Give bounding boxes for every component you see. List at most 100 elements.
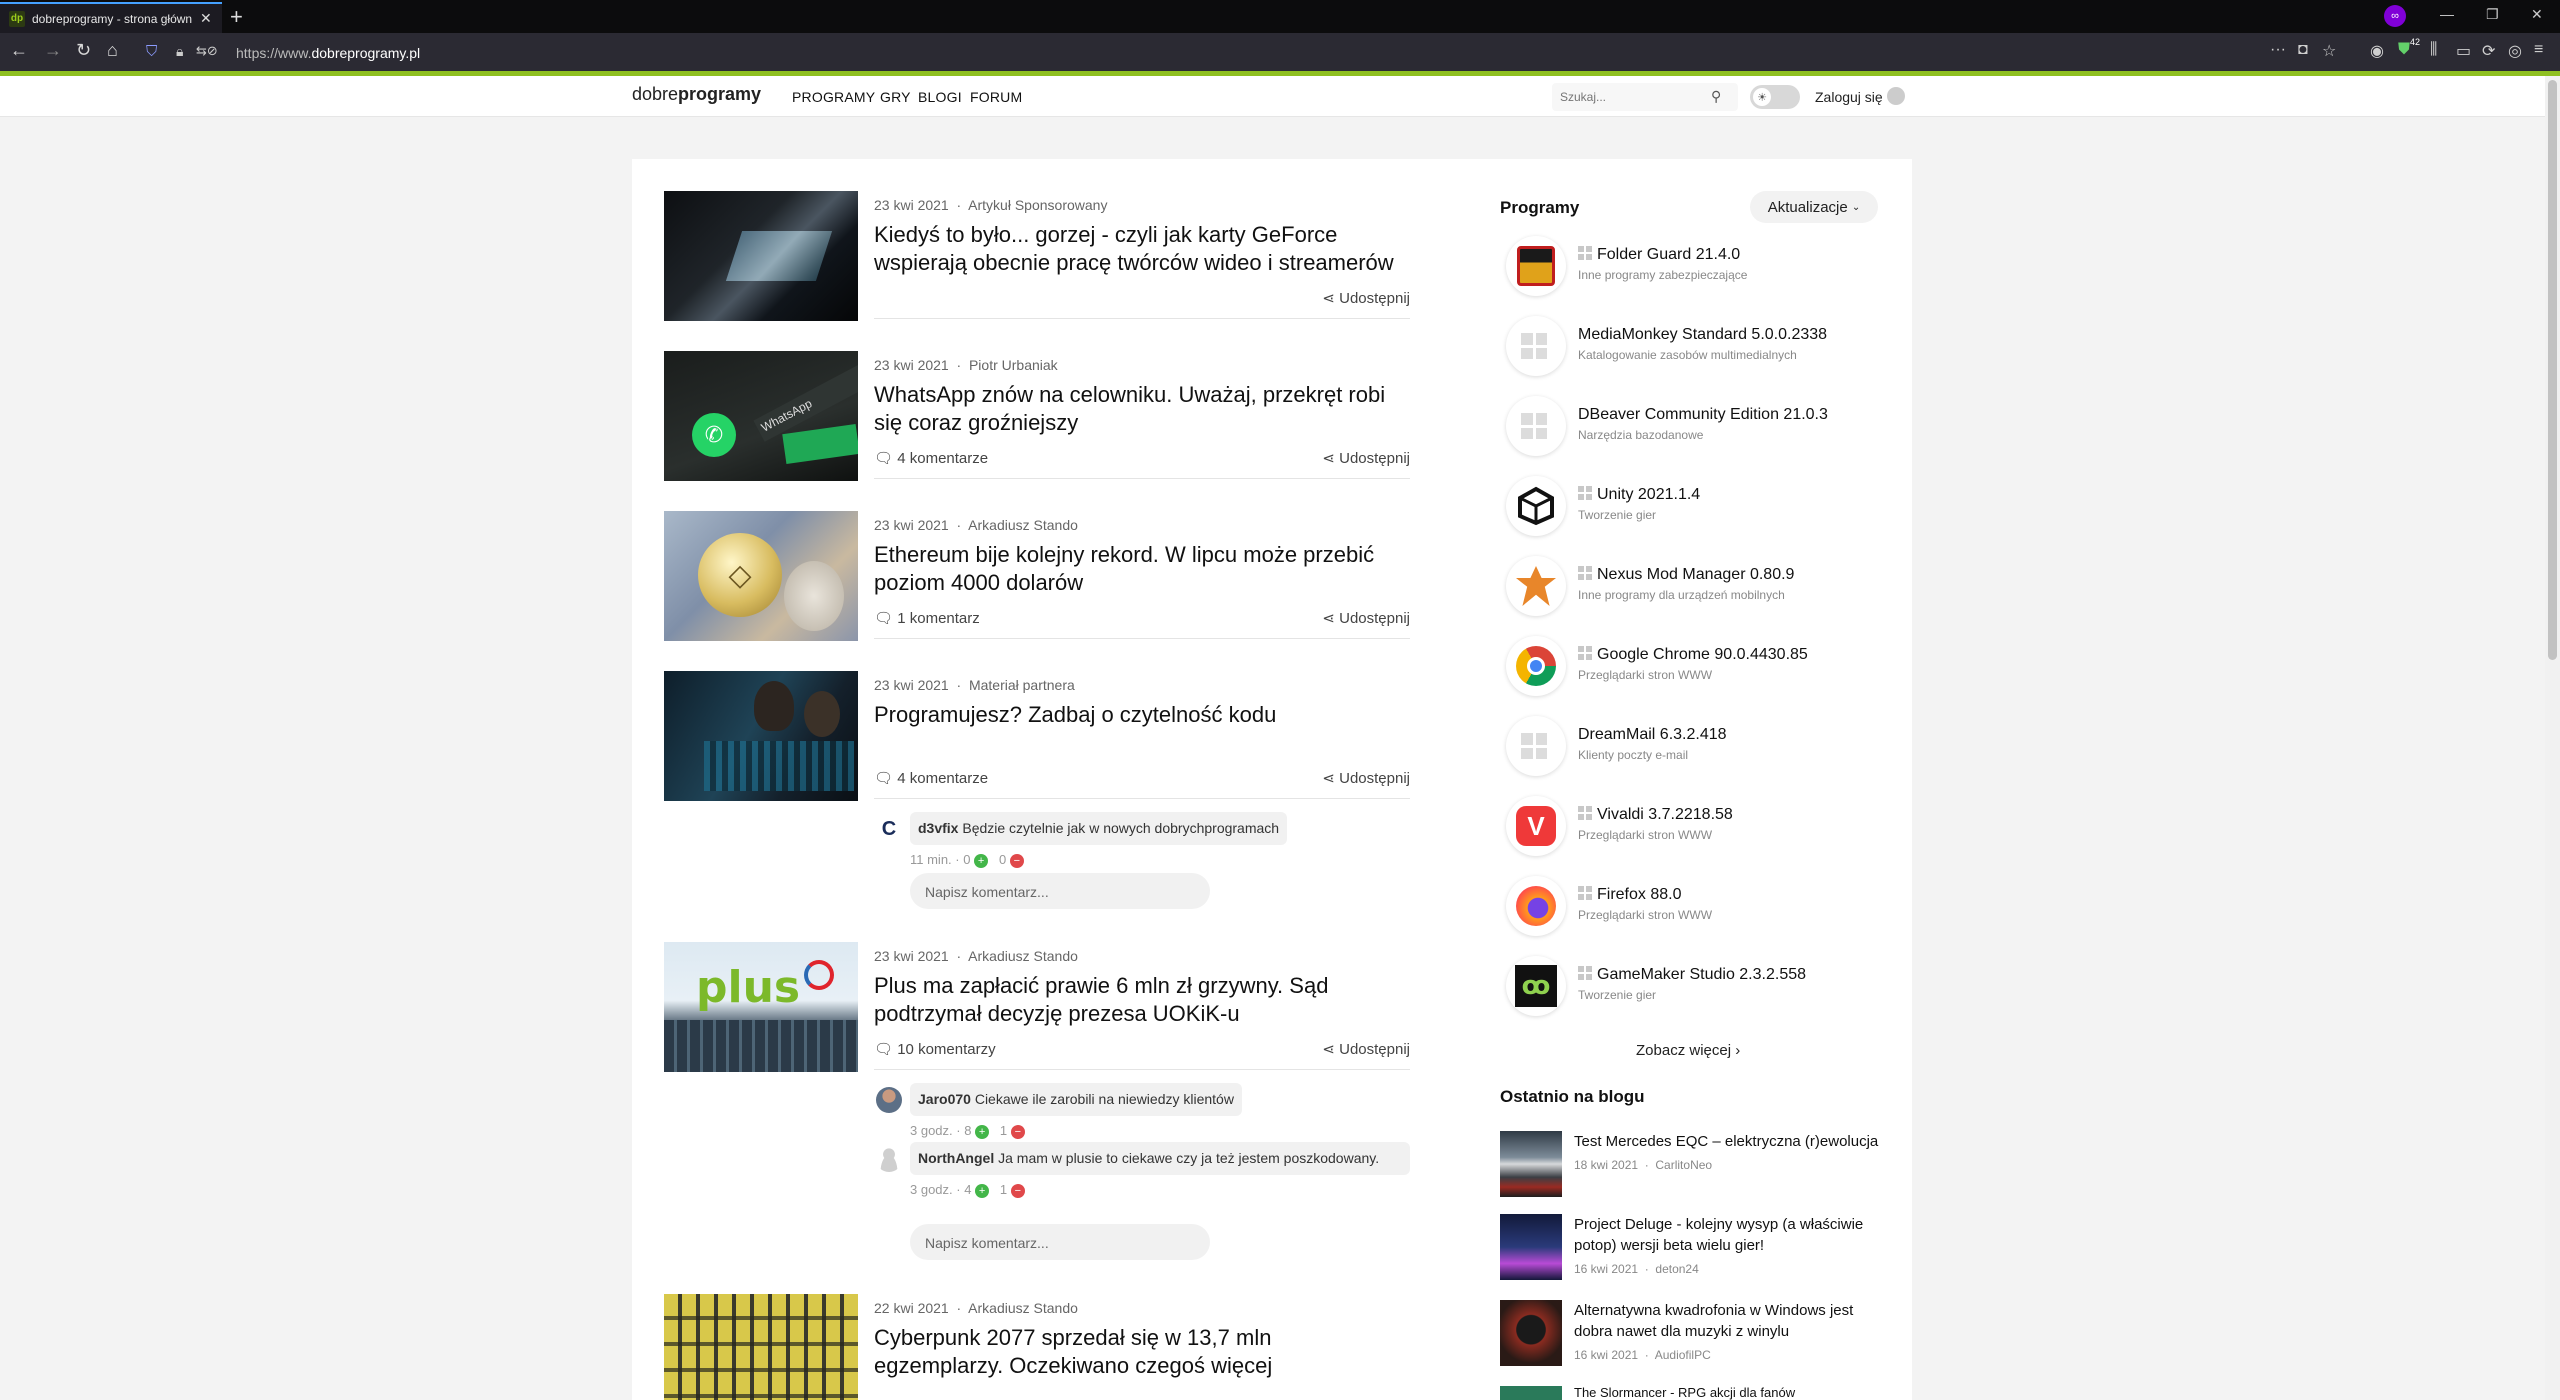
program-name[interactable]: Unity 2021.1.4: [1597, 486, 1700, 503]
program-name[interactable]: DBeaver Community Edition 21.0.3: [1578, 406, 1828, 423]
nav-blogi[interactable]: BLOGI: [918, 89, 962, 105]
article-title[interactable]: Kiedyś to było... gorzej - czyli jak kar…: [874, 221, 1414, 277]
page-actions-icon[interactable]: ···: [2270, 41, 2286, 59]
program-item[interactable]: Unity 2021.1.4 Tworzenie gier: [1506, 476, 1906, 536]
article-card[interactable]: 23 kwi 2021 · Materiał partnera Programu…: [664, 671, 1410, 931]
nav-gry[interactable]: GRY: [880, 89, 911, 105]
avatar[interactable]: C: [876, 816, 902, 842]
address-bar[interactable]: ⛉ 🔒︎ ⇆⊘ https://www.dobreprogramy.pl: [140, 39, 2260, 67]
search-icon[interactable]: ⚲: [1711, 88, 1721, 105]
program-name[interactable]: Firefox 88.0: [1597, 886, 1681, 903]
program-name[interactable]: Vivaldi 3.7.2218.58: [1597, 806, 1733, 823]
article-card[interactable]: ◇ 23 kwi 2021 · Arkadiusz Stando Ethereu…: [664, 511, 1410, 641]
restore-icon[interactable]: ❐: [2486, 6, 2499, 23]
program-item[interactable]: MediaMonkey Standard 5.0.0.2338 Katalogo…: [1506, 316, 1906, 376]
article-thumbnail[interactable]: [664, 1294, 858, 1400]
ublock-icon[interactable]: ⛊ 42: [2398, 37, 2420, 59]
shield-icon[interactable]: ⛉: [146, 43, 157, 60]
user-icon[interactable]: [876, 1146, 902, 1172]
bookmark-star-icon[interactable]: ☆: [2322, 41, 2336, 61]
blog-thumbnail[interactable]: [1500, 1131, 1562, 1197]
nav-programy[interactable]: PROGRAMY: [792, 89, 875, 105]
window-close-icon[interactable]: ✕: [2531, 6, 2543, 23]
comment-author[interactable]: NorthAngel: [918, 1150, 994, 1166]
blog-thumbnail[interactable]: [1500, 1214, 1562, 1280]
comments-link[interactable]: 🗨︎ 1 komentarz: [874, 609, 980, 627]
program-item[interactable]: Google Chrome 90.0.4430.85 Przeglądarki …: [1506, 636, 1906, 696]
reload-icon[interactable]: ↻: [76, 40, 91, 61]
library-icon[interactable]: ⫼: [2430, 41, 2437, 59]
permissions-icon[interactable]: ⇆⊘: [196, 43, 218, 59]
browser-tab[interactable]: dp dobreprogramy - strona główn ✕: [0, 2, 222, 33]
updates-filter-dropdown[interactable]: Aktualizacje ⌄: [1750, 191, 1878, 223]
program-name[interactable]: GameMaker Studio 2.3.2.558: [1597, 966, 1806, 983]
program-item[interactable]: Nexus Mod Manager 0.80.9 Inne programy d…: [1506, 556, 1906, 616]
blog-title[interactable]: Project Deluge - kolejny wysyp (a właści…: [1574, 1214, 1884, 1256]
article-thumbnail[interactable]: plus: [664, 942, 858, 1072]
close-tab-icon[interactable]: ✕: [200, 10, 212, 27]
upvote-icon[interactable]: +: [974, 853, 989, 868]
article-title[interactable]: Ethereum bije kolejny rekord. W lipcu mo…: [874, 541, 1414, 597]
article-title[interactable]: Plus ma zapłacić prawie 6 mln zł grzywny…: [874, 972, 1414, 1028]
blog-title[interactable]: Test Mercedes EQC – elektryczna (r)ewolu…: [1574, 1131, 1884, 1152]
article-thumbnail[interactable]: ✆ WhatsApp: [664, 351, 858, 481]
avatar[interactable]: [876, 1087, 902, 1113]
nav-forum[interactable]: FORUM: [970, 89, 1022, 105]
comments-link[interactable]: 🗨︎ 10 komentarzy: [874, 1040, 996, 1058]
search-input[interactable]: [1560, 90, 1710, 104]
program-name[interactable]: MediaMonkey Standard 5.0.0.2338: [1578, 326, 1827, 343]
write-comment-input[interactable]: Napisz komentarz...: [910, 1224, 1210, 1260]
blog-title[interactable]: The Slormancer - RPG akcji dla fanów: [1574, 1386, 1884, 1400]
downvote-icon[interactable]: −: [1009, 853, 1024, 868]
article-thumbnail[interactable]: [664, 191, 858, 321]
blog-title[interactable]: Alternatywna kwadrofonia w Windows jest …: [1574, 1300, 1884, 1342]
program-item[interactable]: DreamMail 6.3.2.418 Klienty poczty e-mai…: [1506, 716, 1906, 776]
downvote-icon[interactable]: −: [1010, 1183, 1025, 1198]
article-title[interactable]: Cyberpunk 2077 sprzedał się w 13,7 mln e…: [874, 1324, 1304, 1380]
see-more-link[interactable]: Zobacz więcej ›: [1636, 1042, 1740, 1059]
upvote-icon[interactable]: +: [975, 1183, 990, 1198]
share-button[interactable]: ⋖ Udostępnij: [1322, 769, 1410, 787]
comment-author[interactable]: d3vfix: [918, 820, 958, 836]
scrollbar-thumb[interactable]: [2548, 80, 2557, 660]
forward-icon[interactable]: →: [44, 40, 62, 61]
share-button[interactable]: ⋖ Udostępnij: [1322, 449, 1410, 467]
site-logo[interactable]: dobreprogramy: [632, 84, 761, 105]
program-item[interactable]: Firefox 88.0 Przeglądarki stron WWW: [1506, 876, 1906, 936]
lock-icon[interactable]: 🔒︎: [176, 43, 183, 60]
article-card[interactable]: 23 kwi 2021 · Artykuł Sponsorowany Kiedy…: [664, 191, 1410, 321]
program-item[interactable]: Folder Guard 21.4.0 Inne programy zabezp…: [1506, 236, 1906, 296]
article-thumbnail[interactable]: ◇: [664, 511, 858, 641]
pocket-icon[interactable]: ◘: [2298, 41, 2308, 59]
dark-mode-toggle[interactable]: ☀: [1750, 85, 1800, 109]
url-text[interactable]: https://www.dobreprogramy.pl: [236, 45, 420, 61]
program-name[interactable]: Folder Guard 21.4.0: [1597, 246, 1740, 263]
share-button[interactable]: ⋖ Udostępnij: [1322, 609, 1410, 627]
program-name[interactable]: DreamMail 6.3.2.418: [1578, 726, 1727, 743]
user-icon[interactable]: [1887, 87, 1905, 105]
account-icon[interactable]: ◎: [2508, 41, 2522, 61]
article-title[interactable]: WhatsApp znów na celowniku. Uważaj, prze…: [874, 381, 1414, 437]
comment-author[interactable]: Jaro070: [918, 1091, 971, 1107]
article-thumbnail[interactable]: [664, 671, 858, 801]
program-item[interactable]: V Vivaldi 3.7.2218.58 Przeglądarki stron…: [1506, 796, 1906, 856]
article-title[interactable]: Programujesz? Zadbaj o czytelność kodu: [874, 701, 1414, 729]
comments-link[interactable]: 🗨︎ 4 komentarze: [874, 449, 988, 467]
comments-link[interactable]: 🗨︎ 4 komentarze: [874, 769, 988, 787]
share-button[interactable]: ⋖ Udostępnij: [1322, 1040, 1410, 1058]
back-icon[interactable]: ←: [10, 40, 28, 61]
extension-icon[interactable]: ◉: [2370, 41, 2384, 61]
blog-thumbnail[interactable]: [1500, 1300, 1562, 1366]
article-card[interactable]: ✆ WhatsApp 23 kwi 2021 · Piotr Urbaniak …: [664, 351, 1410, 481]
login-link[interactable]: Zaloguj się: [1815, 89, 1883, 105]
new-tab-icon[interactable]: +: [230, 4, 243, 30]
share-button[interactable]: ⋖ Udostępnij: [1322, 289, 1410, 307]
upvote-icon[interactable]: +: [975, 1124, 990, 1139]
sync-icon[interactable]: ⟳: [2482, 41, 2495, 61]
article-card[interactable]: 22 kwi 2021 · Arkadiusz Stando Cyberpunk…: [664, 1294, 1410, 1400]
downvote-icon[interactable]: −: [1010, 1124, 1025, 1139]
program-item[interactable]: DBeaver Community Edition 21.0.3 Narzędz…: [1506, 396, 1906, 456]
program-item[interactable]: ꝏ GameMaker Studio 2.3.2.558 Tworzenie g…: [1506, 956, 1906, 1016]
menu-icon[interactable]: ≡: [2534, 41, 2543, 59]
article-card[interactable]: plus 23 kwi 2021 · Arkadiusz Stando Plus…: [664, 942, 1410, 1262]
